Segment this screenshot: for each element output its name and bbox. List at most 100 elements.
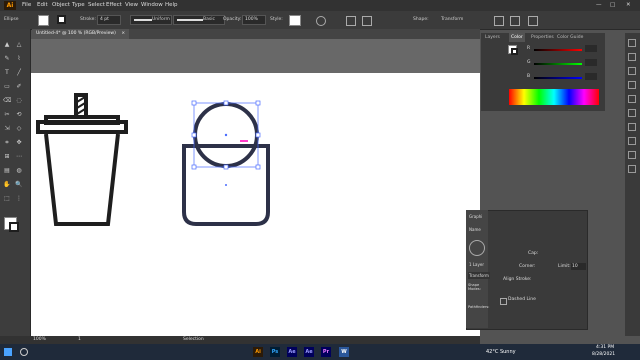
menu-effect[interactable]: Effect: [106, 0, 122, 11]
menu-select[interactable]: Select: [88, 0, 105, 11]
menu-help[interactable]: Help: [165, 0, 178, 11]
zoom-tool-icon[interactable]: 🔍: [15, 181, 23, 189]
gradient-panel-icon[interactable]: [628, 123, 636, 131]
handle-top[interactable]: [223, 100, 229, 106]
blob-tool-icon[interactable]: ◌: [15, 97, 23, 105]
zoom-level[interactable]: 100%: [33, 336, 46, 344]
handle-right[interactable]: [255, 132, 261, 138]
document-tab[interactable]: Untitled-4* @ 100 % (RGB/Preview) ×: [32, 29, 130, 39]
curvature-tool-icon[interactable]: ⌇: [15, 55, 23, 63]
pen-tool-icon[interactable]: ✎: [3, 55, 11, 63]
artboard[interactable]: [31, 73, 480, 336]
mesh-tool-icon[interactable]: ⊞: [3, 153, 11, 161]
scale-tool-icon[interactable]: ⇲: [3, 125, 11, 133]
channel-r-slider[interactable]: [534, 49, 582, 51]
minimize-button[interactable]: —: [596, 0, 602, 11]
symbol-tool-icon[interactable]: ◍: [15, 167, 23, 175]
opacity-field[interactable]: 100%: [242, 15, 266, 25]
clock-time[interactable]: 4:31 PM: [596, 345, 614, 350]
menu-type[interactable]: Type: [72, 0, 85, 11]
limit-field[interactable]: 10: [571, 263, 586, 270]
direct-selection-tool-icon[interactable]: △: [15, 41, 23, 49]
menu-file[interactable]: File: [22, 0, 31, 11]
properties-panel-icon[interactable]: [628, 53, 636, 61]
transform-link[interactable]: Transform: [441, 11, 463, 29]
selection-tool-icon[interactable]: ▲: [3, 41, 11, 49]
handle-bottom-right[interactable]: [255, 164, 261, 170]
brush-definition[interactable]: [173, 15, 225, 25]
stroke-swatch[interactable]: [57, 15, 66, 24]
menu-window[interactable]: Window: [141, 0, 163, 11]
handle-top-left[interactable]: [191, 100, 197, 106]
line-tool-icon[interactable]: ╱: [15, 69, 23, 77]
channel-g-field[interactable]: [585, 59, 597, 66]
panel-stroke-swatch[interactable]: [511, 48, 518, 55]
graph-tool-icon[interactable]: ▤: [3, 167, 11, 175]
graphic-styles-panel-icon[interactable]: [628, 165, 636, 173]
taskbar-illustrator-icon[interactable]: Ai: [253, 347, 263, 357]
layers-panel-icon[interactable]: [628, 39, 636, 47]
tab-color[interactable]: Color: [509, 33, 525, 42]
search-icon[interactable]: [20, 348, 28, 356]
tab-properties[interactable]: Properties: [531, 33, 554, 42]
channel-r-field[interactable]: [585, 45, 597, 52]
close-button[interactable]: ✕: [626, 0, 631, 11]
start-icon[interactable]: [4, 348, 12, 356]
menu-view[interactable]: View: [125, 0, 138, 11]
pencil-tool-icon[interactable]: ✐: [15, 83, 23, 91]
eraser-tool-icon[interactable]: ⌫: [3, 97, 11, 105]
stroke-panel-icon[interactable]: [628, 109, 636, 117]
appearance-panel-icon[interactable]: [628, 151, 636, 159]
handle-top-right[interactable]: [255, 100, 261, 106]
channel-g-slider[interactable]: [534, 63, 582, 65]
arrange-icon[interactable]: [494, 16, 504, 26]
shape-builder-tool-icon[interactable]: ⌗: [3, 139, 11, 147]
artboard-number[interactable]: 1: [78, 336, 81, 344]
menu-object[interactable]: Object: [52, 0, 70, 11]
rectangle-tool-icon[interactable]: ▭: [3, 83, 11, 91]
clock-date[interactable]: 8/28/2021: [592, 352, 615, 357]
width-tool-icon[interactable]: ◇: [15, 125, 23, 133]
blend-tool-icon[interactable]: ⋯: [15, 153, 23, 161]
distribute-icon[interactable]: [362, 16, 372, 26]
taskbar-aftereffects-icon-2[interactable]: Ae: [304, 347, 314, 357]
channel-b-field[interactable]: [585, 73, 597, 80]
maximize-button[interactable]: □: [610, 0, 615, 11]
taskbar-premiere-icon[interactable]: Pr: [321, 347, 331, 357]
handle-bottom[interactable]: [223, 164, 229, 170]
taskbar-word-icon[interactable]: W: [339, 347, 349, 357]
hand-tool-icon[interactable]: ✋: [3, 181, 11, 189]
stroke-weight-field[interactable]: 4 pt: [97, 15, 121, 25]
scissors-tool-icon[interactable]: ✂: [3, 111, 11, 119]
dashed-line-checkbox[interactable]: [500, 298, 507, 305]
puppet-tool-icon[interactable]: ✥: [15, 139, 23, 147]
rotate-tool-icon[interactable]: ⟲: [15, 111, 23, 119]
graphic-style-swatch[interactable]: [289, 15, 301, 26]
transparency-panel-icon[interactable]: [628, 137, 636, 145]
brushes-panel-icon[interactable]: [628, 81, 636, 89]
close-tab-icon[interactable]: ×: [121, 31, 125, 36]
tab-layers[interactable]: Layers: [485, 33, 500, 42]
symbols-panel-icon[interactable]: [628, 95, 636, 103]
taskbar-aftereffects-icon[interactable]: Ae: [287, 347, 297, 357]
handle-bottom-left[interactable]: [191, 164, 197, 170]
transform-tab[interactable]: Transform: [468, 272, 490, 279]
color-spectrum[interactable]: [509, 89, 599, 105]
taskbar-photoshop-icon[interactable]: Ps: [270, 347, 280, 357]
swatches-panel-icon[interactable]: [628, 67, 636, 75]
recolor-icon[interactable]: [316, 16, 326, 26]
tab-color-guide[interactable]: Color Guide: [557, 33, 583, 42]
channel-b-slider[interactable]: [534, 77, 582, 79]
panel-menu-icon[interactable]: [528, 16, 538, 26]
align-icon[interactable]: [346, 16, 356, 26]
isolate-icon[interactable]: [510, 16, 520, 26]
cup-with-straw[interactable]: [36, 93, 128, 226]
type-tool-icon[interactable]: T: [3, 69, 11, 77]
menu-edit[interactable]: Edit: [37, 0, 48, 11]
artboard-tool-icon[interactable]: ⬚: [3, 195, 11, 203]
more-tool-icon[interactable]: ⋮: [15, 195, 23, 203]
weather-widget[interactable]: 42°C Sunny: [486, 347, 516, 357]
stroke-color-swatch[interactable]: [9, 222, 19, 232]
handle-left[interactable]: [191, 132, 197, 138]
fill-swatch[interactable]: [38, 15, 49, 26]
